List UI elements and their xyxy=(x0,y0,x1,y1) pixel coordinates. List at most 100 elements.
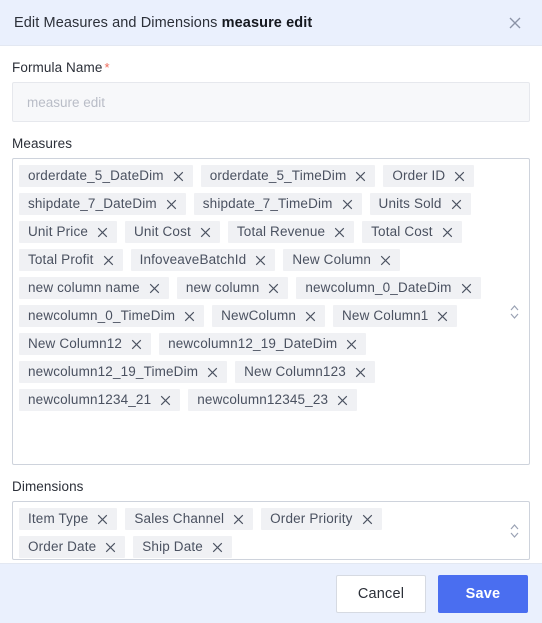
chip: New Column1 xyxy=(333,305,458,327)
dialog-title-name: measure edit xyxy=(221,14,313,31)
measures-chip-box[interactable]: orderdate_5_DateDim orderdate_5_TimeDim Or… xyxy=(12,158,530,465)
chip: New Column12 xyxy=(19,333,152,355)
chip-label: shipdate_7_DateDim xyxy=(28,196,157,212)
chip-remove-icon[interactable] xyxy=(103,540,118,555)
chip-remove-icon[interactable] xyxy=(164,197,179,212)
chip-remove-icon[interactable] xyxy=(335,393,350,408)
chip-label: New Column1 xyxy=(342,308,429,324)
chip-label: newcolumn12345_23 xyxy=(197,392,329,408)
chip-label: Order ID xyxy=(392,168,446,184)
chip: NewColumn xyxy=(212,305,326,327)
chip-remove-icon[interactable] xyxy=(303,309,318,324)
chip-remove-icon[interactable] xyxy=(360,512,375,527)
chip: newcolumn12_19_TimeDim xyxy=(19,361,228,383)
chip-label: orderdate_5_DateDim xyxy=(28,168,164,184)
chip: Total Cost xyxy=(362,221,462,243)
chip-label: Item Type xyxy=(28,511,89,527)
formula-name-label: Formula Name * xyxy=(12,60,530,75)
cancel-button[interactable]: Cancel xyxy=(336,574,426,613)
chip-remove-icon[interactable] xyxy=(440,225,455,240)
chip: new column xyxy=(176,277,289,299)
chip-label: new column name xyxy=(28,280,140,296)
chip-label: Order Priority xyxy=(270,511,353,527)
chip-label: New Column123 xyxy=(244,364,346,380)
chip: Units Sold xyxy=(369,193,471,215)
chip-label: shipdate_7_TimeDim xyxy=(202,196,333,212)
measures-chip-list: orderdate_5_DateDim orderdate_5_TimeDim Or… xyxy=(19,165,499,417)
chip-remove-icon[interactable] xyxy=(171,169,186,184)
chip-remove-icon[interactable] xyxy=(332,225,347,240)
chip: new column name xyxy=(19,277,169,299)
chip-remove-icon[interactable] xyxy=(95,512,110,527)
chip-remove-icon[interactable] xyxy=(198,225,213,240)
chip-remove-icon[interactable] xyxy=(353,169,368,184)
chip: Sales Channel xyxy=(125,508,254,530)
chip: Ship Date xyxy=(133,536,232,558)
chip-remove-icon[interactable] xyxy=(129,337,144,352)
chip-remove-icon[interactable] xyxy=(353,365,368,380)
chip: newcolumn1234_21 xyxy=(19,389,181,411)
chip: Total Revenue xyxy=(227,221,355,243)
chip: shipdate_7_TimeDim xyxy=(193,193,362,215)
chip-remove-icon[interactable] xyxy=(101,253,116,268)
chip-remove-icon[interactable] xyxy=(449,197,464,212)
chip-label: newcolumn12_19_DateDim xyxy=(168,336,338,352)
chip-remove-icon[interactable] xyxy=(210,540,225,555)
dimensions-label: Dimensions xyxy=(12,479,84,494)
chip: Unit Price xyxy=(19,221,118,243)
chip: orderdate_5_TimeDim xyxy=(200,165,376,187)
chip-label: Unit Price xyxy=(28,224,89,240)
chip-label: Total Cost xyxy=(371,224,433,240)
chip-remove-icon[interactable] xyxy=(158,393,173,408)
chip-label: Sales Channel xyxy=(134,511,225,527)
measures-stepper[interactable] xyxy=(508,302,521,322)
chip-label: newcolumn_0_DateDim xyxy=(305,280,452,296)
chip-remove-icon[interactable] xyxy=(95,225,110,240)
chip-remove-icon[interactable] xyxy=(340,197,355,212)
dimensions-stepper[interactable] xyxy=(508,521,521,541)
chip-label: Unit Cost xyxy=(134,224,191,240)
edit-measures-dimensions-dialog: Edit Measures and Dimensions measure edi… xyxy=(0,0,542,623)
chip: Order Priority xyxy=(261,508,382,530)
chip-remove-icon[interactable] xyxy=(182,309,197,324)
spacer-dimensions xyxy=(12,465,530,479)
chip-remove-icon[interactable] xyxy=(147,281,162,296)
chip-label: Total Revenue xyxy=(236,224,326,240)
chip-remove-icon[interactable] xyxy=(435,309,450,324)
chip-remove-icon[interactable] xyxy=(253,253,268,268)
chevron-up-down-icon xyxy=(508,521,521,541)
chip-remove-icon[interactable] xyxy=(378,253,393,268)
chip-label: newcolumn_0_TimeDim xyxy=(28,308,176,324)
dialog-title-prefix: Edit Measures and Dimensions xyxy=(14,14,218,31)
dimensions-chip-list: Item Type Sales Channel Order Priority Orde… xyxy=(19,508,499,559)
chip-label: newcolumn1234_21 xyxy=(28,392,152,408)
save-button[interactable]: Save xyxy=(438,574,528,613)
chevron-up-down-icon xyxy=(508,302,521,322)
chip: shipdate_7_DateDim xyxy=(19,193,186,215)
chip-label: New Column12 xyxy=(28,336,123,352)
chip-remove-icon[interactable] xyxy=(344,337,359,352)
chip-label: Total Profit xyxy=(28,252,94,268)
chip-remove-icon[interactable] xyxy=(231,512,246,527)
chip-remove-icon[interactable] xyxy=(205,365,220,380)
chip-remove-icon[interactable] xyxy=(266,281,281,296)
close-button[interactable] xyxy=(502,10,528,36)
chip: newcolumn_0_TimeDim xyxy=(19,305,205,327)
formula-name-label-text: Formula Name xyxy=(12,60,103,75)
chip: Unit Cost xyxy=(125,221,220,243)
chip-label: InfoveaveBatchId xyxy=(139,252,247,268)
spacer-measures xyxy=(12,122,530,136)
chip-remove-icon[interactable] xyxy=(459,281,474,296)
chip: newcolumn_0_DateDim xyxy=(296,277,481,299)
chip: Order Date xyxy=(19,536,126,558)
chip-label: Order Date xyxy=(28,539,97,555)
chip: Total Profit xyxy=(19,249,123,271)
chip-label: orderdate_5_TimeDim xyxy=(209,168,347,184)
dimensions-chip-box[interactable]: Item Type Sales Channel Order Priority Orde… xyxy=(12,501,530,560)
dialog-body: Formula Name* Measures orderdate_5_DateD… xyxy=(0,46,542,563)
formula-name-input[interactable] xyxy=(12,82,530,122)
chip: InfoveaveBatchId xyxy=(130,249,276,271)
chip-remove-icon[interactable] xyxy=(452,169,467,184)
chip: Item Type xyxy=(19,508,118,530)
dialog-title: Edit Measures and Dimensions measure edi… xyxy=(14,15,312,31)
